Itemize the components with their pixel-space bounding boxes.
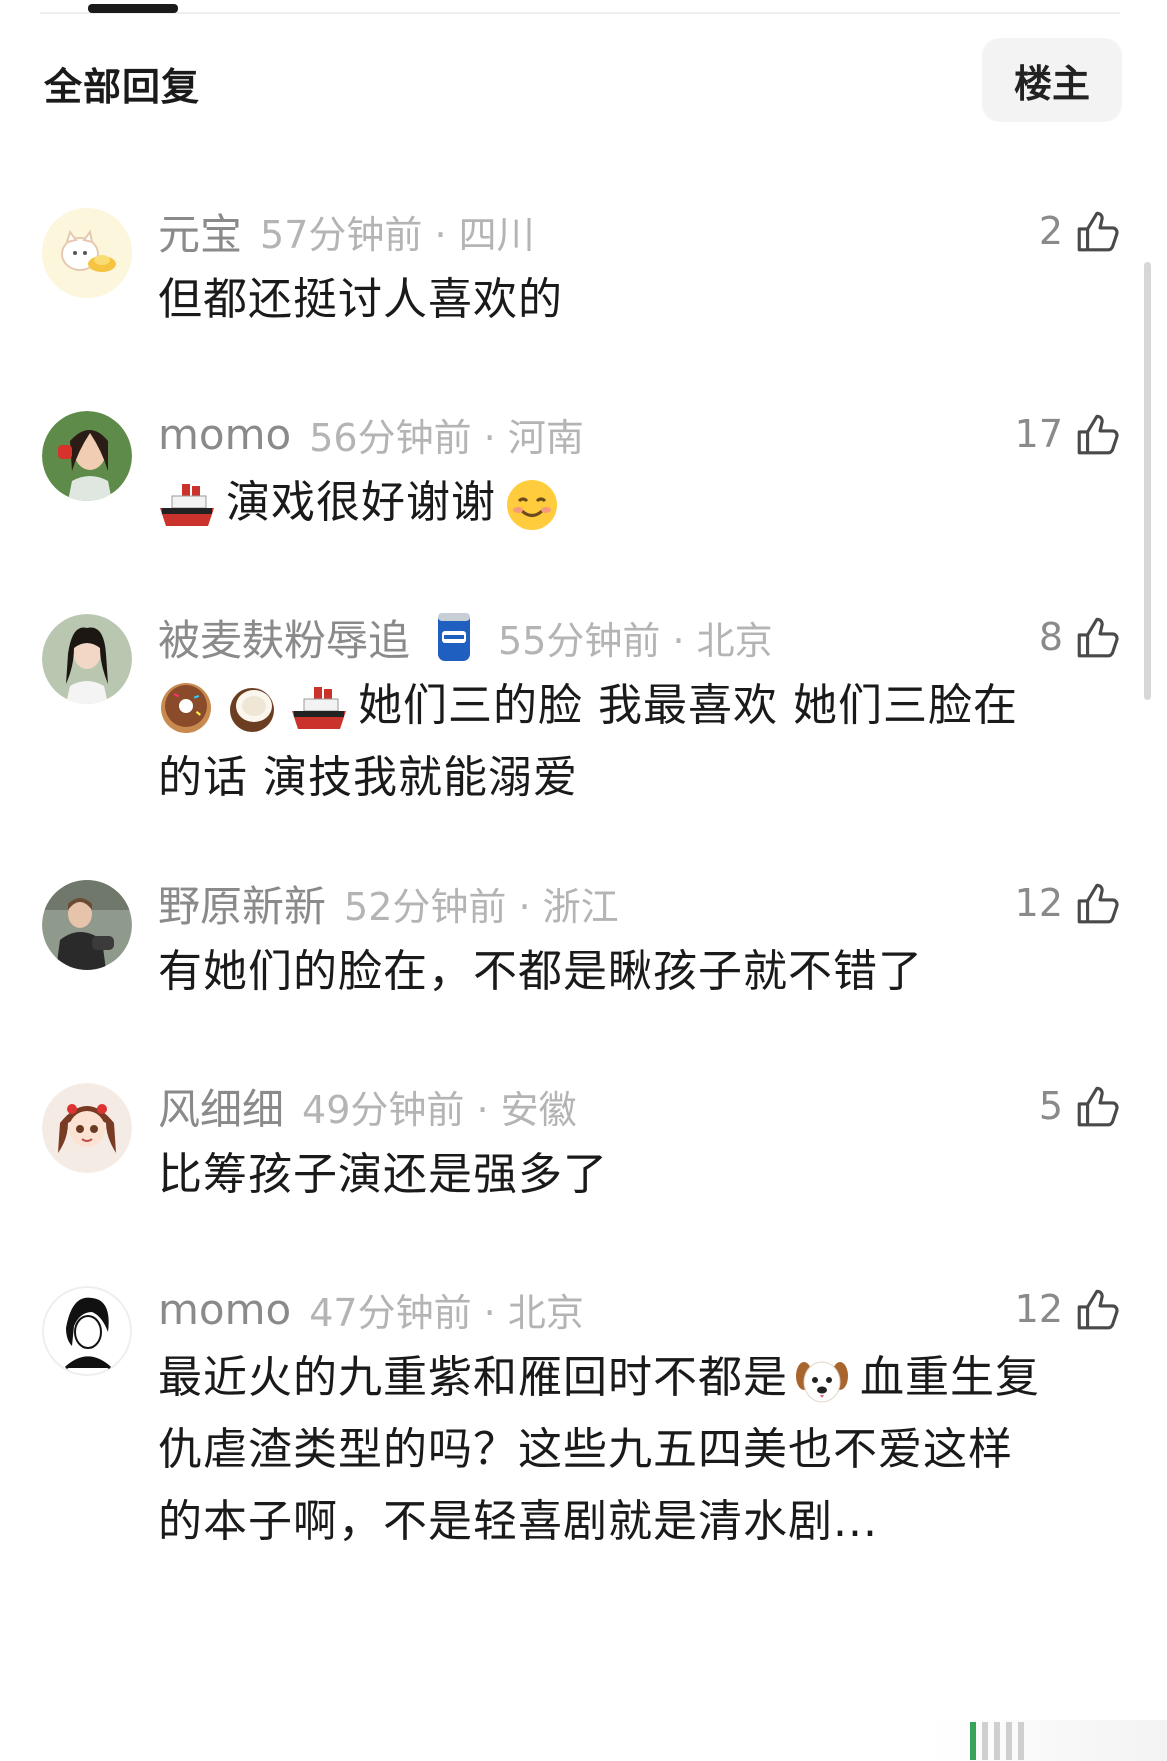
avatar[interactable] xyxy=(42,1286,132,1376)
like-count: 17 xyxy=(1014,412,1063,456)
username[interactable]: 元宝 xyxy=(158,201,242,262)
like-button[interactable]: 12 xyxy=(1015,874,1123,932)
like-count: 12 xyxy=(1014,881,1063,925)
like-count: 5 xyxy=(1038,1084,1063,1128)
smiling-face-emoji xyxy=(504,477,560,533)
beer-can-icon xyxy=(434,609,474,665)
like-count: 12 xyxy=(1014,1287,1063,1331)
comment-meta: 野原新新 52分钟前 · 浙江 xyxy=(158,874,619,932)
comment-text: 演戏很好谢谢 xyxy=(158,467,1118,539)
username[interactable]: 风细细 xyxy=(158,1076,284,1137)
comment-text-line: 她们三的脸 我最喜欢 她们三脸在 xyxy=(358,680,1018,731)
comment-meta: momo 56分钟前 · 河南 xyxy=(158,405,584,463)
avatar[interactable] xyxy=(42,208,132,298)
weibo-watermark xyxy=(930,1720,1167,1761)
like-button[interactable]: 2 xyxy=(1039,202,1123,260)
all-replies-title: 全部回复 xyxy=(44,65,201,109)
comment-meta: momo 47分钟前 · 北京 xyxy=(158,1280,584,1338)
username[interactable]: momo xyxy=(158,1285,291,1334)
avatar[interactable] xyxy=(42,880,132,970)
username[interactable]: 野原新新 xyxy=(158,873,326,934)
replies-header: 全部回复 楼主 xyxy=(44,38,1122,122)
comment-time: 57分钟前 · 四川 xyxy=(260,212,535,257)
thumbs-up-icon[interactable] xyxy=(1073,878,1123,928)
comment-text-line: 的本子啊，不是轻喜剧就是清水剧... xyxy=(158,1496,878,1547)
comment-meta: 被麦麸粉辱追 55分钟前 · 北京 xyxy=(158,608,773,666)
avatar[interactable] xyxy=(42,411,132,501)
top-divider xyxy=(40,12,1120,14)
comment-time: 52分钟前 · 浙江 xyxy=(344,884,619,929)
tab-indicator xyxy=(88,4,178,13)
op-only-button[interactable]: 楼主 xyxy=(982,38,1122,122)
avatar[interactable] xyxy=(42,614,132,704)
dog-face-emoji xyxy=(794,1352,850,1408)
username[interactable]: 被麦麸粉辱追 xyxy=(158,607,410,668)
like-button[interactable]: 17 xyxy=(1015,405,1123,463)
thumbs-up-icon[interactable] xyxy=(1073,409,1123,459)
username[interactable]: momo xyxy=(158,410,291,459)
thumbs-up-icon[interactable] xyxy=(1073,1284,1123,1334)
donut-emoji xyxy=(158,680,214,736)
like-count: 2 xyxy=(1038,209,1063,253)
comment-text-line: 仇虐渣类型的吗？这些九五四美也不爱这样 xyxy=(158,1424,1013,1475)
comment-time: 47分钟前 · 北京 xyxy=(309,1290,584,1335)
comment-text-line: 血重生复 xyxy=(860,1352,1040,1403)
comment-text-line: 的话 演技我就能溺爱 xyxy=(158,752,578,803)
coconut-emoji xyxy=(224,680,280,736)
ship-emoji xyxy=(290,681,348,735)
comment-text: 最近火的九重紫和雁回时不都是 血重生复 仇虐渣类型的吗？这些九五四美也不爱这样 … xyxy=(158,1342,1118,1558)
avatar[interactable] xyxy=(42,1083,132,1173)
like-button[interactable]: 8 xyxy=(1039,608,1123,666)
ship-emoji xyxy=(158,478,216,532)
comment-text-line: 最近火的九重紫和雁回时不都是 xyxy=(158,1352,788,1403)
comment-text: 她们三的脸 我最喜欢 她们三脸在 的话 演技我就能溺爱 xyxy=(158,670,1118,814)
comment-text: 有她们的脸在，不都是瞅孩子就不错了 xyxy=(158,946,923,997)
scrollbar[interactable] xyxy=(1144,262,1151,700)
like-button[interactable]: 5 xyxy=(1039,1077,1123,1135)
thumbs-up-icon[interactable] xyxy=(1073,206,1123,256)
comment-time: 55分钟前 · 北京 xyxy=(498,618,773,663)
comment-time: 49分钟前 · 安徽 xyxy=(302,1087,577,1132)
comment-meta: 风细细 49分钟前 · 安徽 xyxy=(158,1077,577,1135)
like-button[interactable]: 12 xyxy=(1015,1280,1123,1338)
comment-text: 比筹孩子演还是强多了 xyxy=(158,1149,608,1200)
thumbs-up-icon[interactable] xyxy=(1073,1081,1123,1131)
thumbs-up-icon[interactable] xyxy=(1073,612,1123,662)
like-count: 8 xyxy=(1038,615,1063,659)
comment-text-body: 演戏很好谢谢 xyxy=(226,477,496,528)
comment-time: 56分钟前 · 河南 xyxy=(309,415,584,460)
comment-text: 但都还挺讨人喜欢的 xyxy=(158,274,563,325)
comment-meta: 元宝 57分钟前 · 四川 xyxy=(158,202,535,260)
